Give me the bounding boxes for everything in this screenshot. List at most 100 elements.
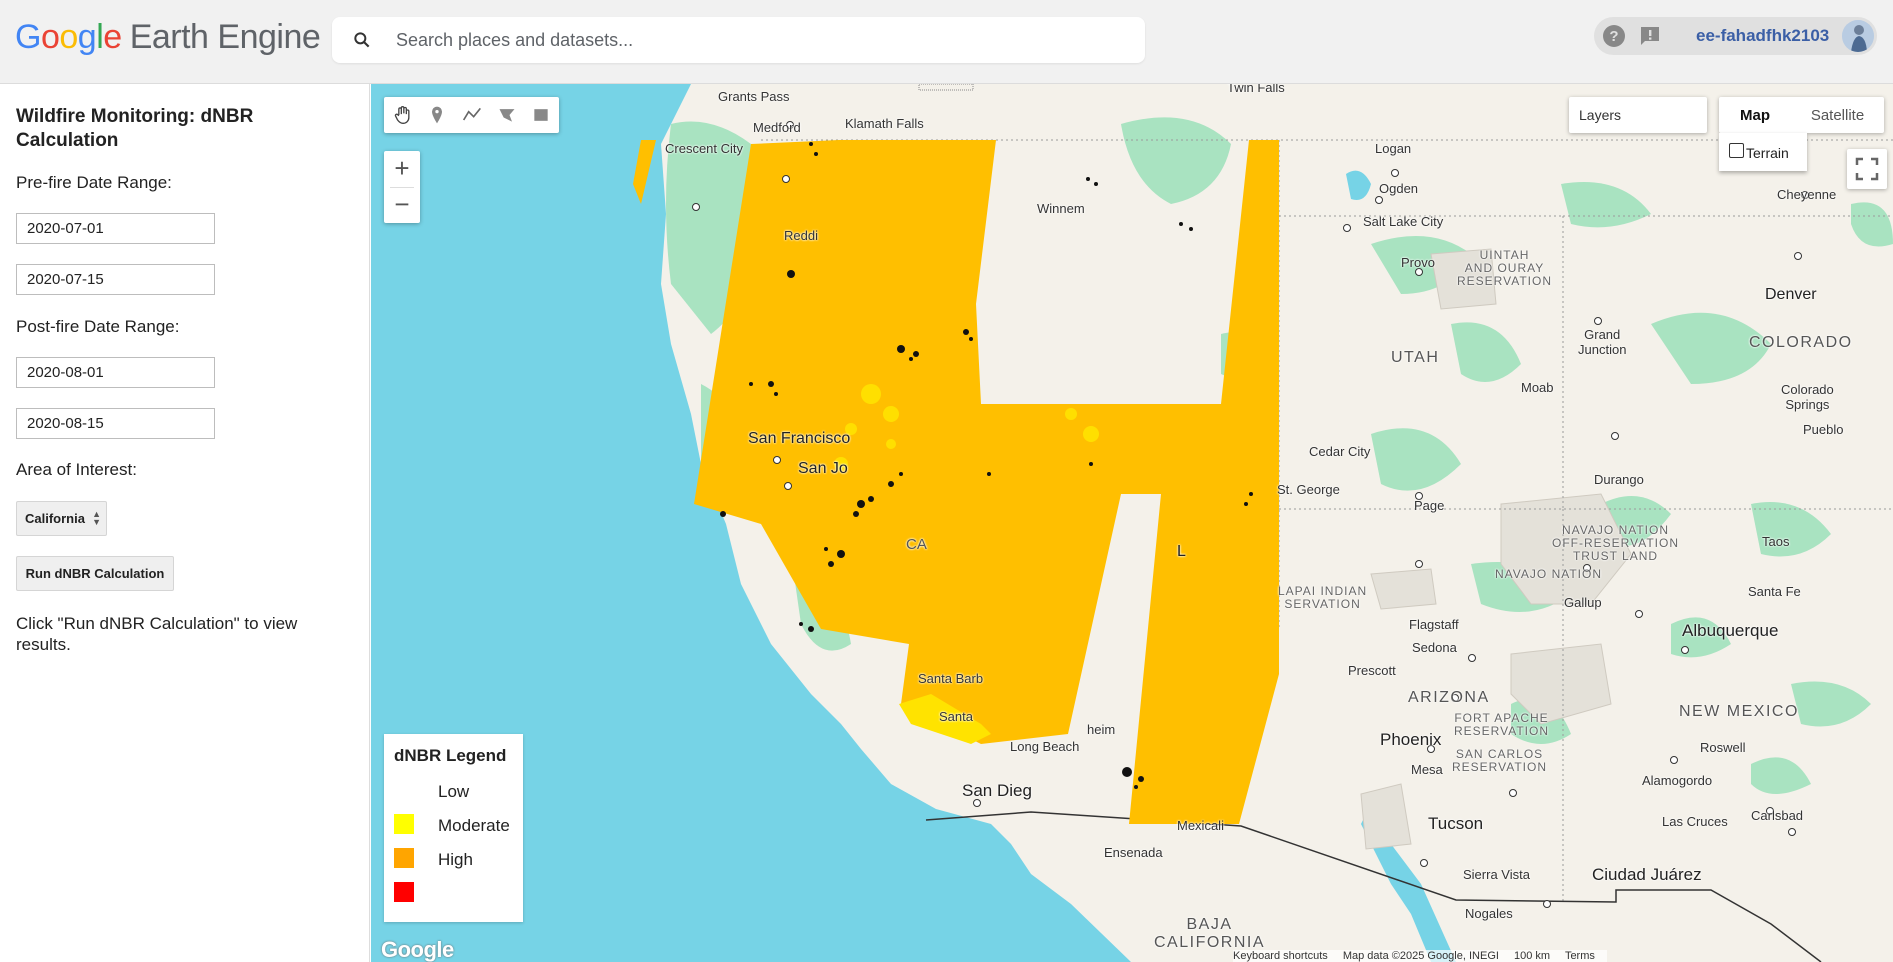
legend-label: High [438,850,473,869]
legend-swatch [394,848,414,868]
city-marker [1543,900,1551,908]
map-label: Long Beach [1010,739,1080,754]
map-label: heim [1087,722,1116,737]
map-label: Medford [753,120,801,135]
map-canvas[interactable]: Grants Pass Medford Klamath Falls Cresce… [371,84,1893,962]
aoi-select[interactable]: California ▲ ▼ [16,501,107,536]
legend-swatch [394,780,414,800]
map-label: SAN CARLOS RESERVATION [1452,747,1548,774]
run-dnbr-button[interactable]: Run dNBR Calculation [16,556,174,591]
map-label: NAVAJO NATION OFF-RESERVATION TRUST LAND [1552,523,1680,563]
earth-engine-logo[interactable]: Google Earth Engine [15,18,321,57]
map-label: San Francisco [748,430,851,447]
keyboard-shortcuts-link[interactable]: Keyboard shortcuts [1233,950,1328,962]
rectangle-draw-icon[interactable] [531,105,551,125]
search-input[interactable] [396,25,1116,55]
terrain-label: Terrain [1746,145,1789,161]
map-attribution: Map data ©2025 Google, INEGI [1342,950,1499,962]
map-type-satellite-button[interactable]: Satellite [1791,97,1884,133]
logo-google: Google [15,18,122,56]
city-marker [1391,169,1399,177]
postfire-end-input[interactable] [16,408,215,439]
map-label: Page [1414,498,1445,513]
layers-button[interactable]: Layers [1569,97,1707,133]
map-label: Crescent City [665,141,744,156]
scale-bar[interactable]: 100 km [1514,950,1550,962]
avatar[interactable] [1842,20,1874,52]
search-icon [354,32,370,48]
help-icon[interactable]: ? [1602,24,1626,48]
map-label: Carlsbad [1751,808,1804,823]
fullscreen-button[interactable] [1847,149,1887,189]
svg-text:?: ? [1609,28,1618,45]
legend-title: dNBR Legend [394,746,507,765]
city-marker [773,456,781,464]
logo-product: Earth Engine [129,18,321,56]
top-bar: GoogleEarth Engine ? ee-fahadfhk2103 [0,0,1893,84]
zoom-in-button[interactable]: + [384,151,420,187]
map-label: Phoenix [1380,730,1442,749]
map-label: Nogales [1465,906,1513,921]
map-label: LAPAI INDIAN SERVATION [1278,584,1368,611]
city-marker [1420,859,1428,867]
map-label: UTAH [1391,349,1440,366]
zoom-control: + − [384,151,420,223]
city-marker [1670,756,1678,764]
map-footer: Keyboard shortcuts Map data ©2025 Google… [1233,950,1607,962]
map-label: Alamogordo [1642,773,1713,788]
city-marker [1509,789,1517,797]
city-marker [1375,196,1383,204]
map-label: Mesa [1411,762,1443,777]
username[interactable]: ee-fahadfhk2103 [1696,26,1829,46]
prefire-end-input[interactable] [16,264,215,295]
city-marker [1611,432,1619,440]
zoom-out-button[interactable]: − [384,187,420,223]
polygon-draw-icon[interactable] [497,105,517,125]
terrain-toggle[interactable]: Terrain [1719,133,1807,171]
map-label: ARIZONA [1408,689,1490,706]
map-label: Grants Pass [718,89,790,104]
map-type-map-button[interactable]: Map [1719,97,1791,133]
map-label: UINTAH AND OURAY RESERVATION [1457,248,1553,288]
map-label: St. George [1277,482,1340,497]
map-label: Pueblo [1803,422,1844,437]
legend-label: Low [438,782,470,801]
map-label: Santa Fe [1748,584,1801,599]
city-marker [1635,610,1643,618]
terrain-checkbox[interactable] [1729,143,1744,158]
city-marker [782,175,790,183]
search-box[interactable] [332,17,1145,63]
map-label: Prescott [1348,663,1396,678]
map-label: Grand Junction [1578,327,1627,357]
postfire-start-input[interactable] [16,357,215,388]
prefire-label: Pre-fire Date Range: [16,173,172,192]
account-area: ? ee-fahadfhk2103 [1594,17,1877,55]
map-type-control: Map Satellite [1719,97,1884,133]
map-label: Ciudad Juárez [1592,865,1702,884]
map-label: Sierra Vista [1463,867,1530,882]
feedback-icon[interactable] [1638,24,1662,48]
city-marker [1788,828,1796,836]
city-marker [1415,560,1423,568]
map-label: CA [906,536,927,553]
map-label: Gallup [1564,595,1602,610]
pan-hand-icon[interactable] [393,105,413,125]
map-label: Flagstaff [1409,617,1459,632]
terms-link[interactable]: Terms [1565,950,1595,962]
map-label: Roswell [1700,740,1746,755]
map-label: San Dieg [962,781,1032,800]
control-panel: Wildfire Monitoring: dNBR Calculation Pr… [0,84,370,962]
map-label: Santa Barb [918,671,984,686]
legend-swatch [394,882,414,902]
map-label: Cheyenne [1777,187,1837,202]
map-label: Colorado Springs [1781,382,1834,412]
panel-title: Wildfire Monitoring: dNBR Calculation [16,106,254,151]
prefire-start-input[interactable] [16,213,215,244]
map-label: Klamath Falls [845,116,924,131]
line-draw-icon[interactable] [462,105,482,125]
aoi-label: Area of Interest: [16,460,137,479]
city-marker [1794,252,1802,260]
map-label: Albuquerque [1682,621,1779,640]
point-marker-icon[interactable] [427,105,447,125]
map-label: Logan [1375,141,1412,156]
